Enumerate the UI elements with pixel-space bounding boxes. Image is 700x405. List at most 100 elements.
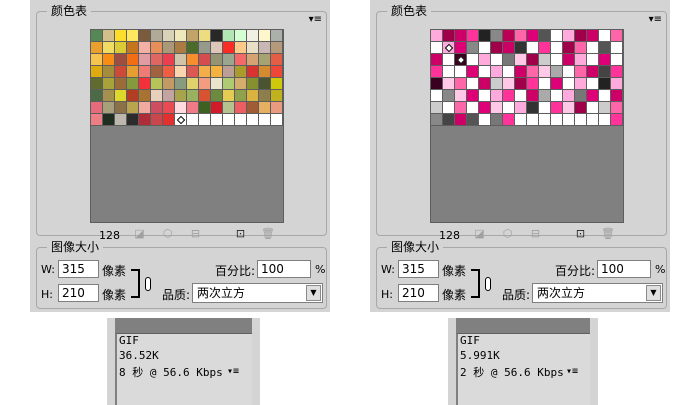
- color-swatch[interactable]: [443, 54, 455, 66]
- color-swatch[interactable]: [491, 78, 503, 90]
- color-swatch[interactable]: [587, 54, 599, 66]
- quality-select[interactable]: 两次立方 ▼: [192, 283, 323, 303]
- color-swatch[interactable]: [151, 102, 163, 114]
- color-swatch[interactable]: [187, 114, 199, 126]
- color-swatch[interactable]: [163, 54, 175, 66]
- color-swatch[interactable]: [539, 30, 551, 42]
- color-swatch[interactable]: [599, 54, 611, 66]
- panel-menu-icon[interactable]: ▾≡: [649, 15, 662, 25]
- color-swatch[interactable]: [503, 78, 515, 90]
- color-swatch[interactable]: [175, 66, 187, 78]
- color-swatch[interactable]: [235, 114, 247, 126]
- color-swatch[interactable]: [247, 66, 259, 78]
- color-swatch[interactable]: [551, 90, 563, 102]
- color-swatch[interactable]: [175, 30, 187, 42]
- color-swatch[interactable]: [235, 90, 247, 102]
- color-swatch[interactable]: [223, 114, 235, 126]
- web-shift-icon[interactable]: ⬡: [162, 228, 173, 239]
- color-swatch[interactable]: [163, 102, 175, 114]
- color-swatch[interactable]: [479, 114, 491, 126]
- color-swatch[interactable]: [575, 42, 587, 54]
- height-input[interactable]: 210: [58, 284, 99, 302]
- color-swatch[interactable]: [539, 78, 551, 90]
- color-swatch[interactable]: [103, 66, 115, 78]
- panel-menu-icon[interactable]: ▾≡: [227, 366, 239, 377]
- color-swatch[interactable]: [503, 114, 515, 126]
- lock-color-icon[interactable]: ⊟: [530, 228, 541, 239]
- color-swatch[interactable]: [235, 102, 247, 114]
- color-swatch[interactable]: [103, 78, 115, 90]
- color-swatch[interactable]: [211, 54, 223, 66]
- color-swatch[interactable]: [443, 102, 455, 114]
- color-swatch[interactable]: [127, 114, 139, 126]
- color-swatch[interactable]: [127, 42, 139, 54]
- color-swatch[interactable]: [151, 42, 163, 54]
- color-swatch[interactable]: [115, 102, 127, 114]
- color-swatch[interactable]: [211, 30, 223, 42]
- color-swatch[interactable]: [611, 66, 623, 78]
- color-swatch[interactable]: [515, 114, 527, 126]
- color-swatch[interactable]: [455, 66, 467, 78]
- color-swatch[interactable]: [139, 54, 151, 66]
- color-swatch[interactable]: [467, 42, 479, 54]
- color-swatch[interactable]: [151, 90, 163, 102]
- color-swatch[interactable]: [199, 114, 211, 126]
- color-swatch[interactable]: [527, 30, 539, 42]
- color-swatch[interactable]: [139, 114, 151, 126]
- color-swatch[interactable]: [187, 102, 199, 114]
- color-swatch[interactable]: [527, 102, 539, 114]
- color-swatch[interactable]: [467, 90, 479, 102]
- color-swatch[interactable]: [443, 30, 455, 42]
- new-color-icon[interactable]: ⊡: [575, 228, 586, 239]
- color-swatch[interactable]: [103, 90, 115, 102]
- color-swatch[interactable]: [563, 78, 575, 90]
- color-swatch[interactable]: [271, 102, 283, 114]
- color-swatch[interactable]: [491, 90, 503, 102]
- color-swatch[interactable]: [455, 114, 467, 126]
- color-swatch[interactable]: [211, 42, 223, 54]
- color-swatch[interactable]: [575, 114, 587, 126]
- color-swatch[interactable]: [199, 90, 211, 102]
- color-swatch[interactable]: [115, 66, 127, 78]
- color-swatch[interactable]: [539, 102, 551, 114]
- color-swatch[interactable]: [115, 54, 127, 66]
- web-shift-icon[interactable]: ⬡: [502, 228, 513, 239]
- color-swatch[interactable]: [259, 78, 271, 90]
- color-swatch[interactable]: [563, 54, 575, 66]
- color-swatch[interactable]: [199, 30, 211, 42]
- color-swatch[interactable]: [611, 42, 623, 54]
- lock-color-icon[interactable]: ⊟: [190, 228, 201, 239]
- delete-color-icon[interactable]: 🗑: [261, 228, 275, 239]
- color-swatch[interactable]: [491, 114, 503, 126]
- color-swatch[interactable]: [515, 102, 527, 114]
- color-swatch[interactable]: [247, 90, 259, 102]
- color-swatch[interactable]: [431, 78, 443, 90]
- color-swatch[interactable]: [187, 30, 199, 42]
- color-swatch[interactable]: [223, 66, 235, 78]
- color-swatch[interactable]: [491, 66, 503, 78]
- color-swatch[interactable]: [575, 102, 587, 114]
- color-swatch[interactable]: [103, 30, 115, 42]
- color-swatch[interactable]: [599, 30, 611, 42]
- color-swatch[interactable]: [467, 66, 479, 78]
- color-swatch[interactable]: [259, 114, 271, 126]
- color-swatch[interactable]: [443, 42, 455, 54]
- color-swatch[interactable]: [211, 66, 223, 78]
- color-swatch[interactable]: [539, 114, 551, 126]
- color-swatch[interactable]: [515, 66, 527, 78]
- color-swatch[interactable]: [211, 90, 223, 102]
- color-swatch[interactable]: [467, 114, 479, 126]
- color-swatch[interactable]: [515, 78, 527, 90]
- color-swatch[interactable]: [91, 66, 103, 78]
- color-swatch[interactable]: [443, 78, 455, 90]
- color-swatch[interactable]: [611, 78, 623, 90]
- color-swatch[interactable]: [587, 102, 599, 114]
- color-swatch[interactable]: [163, 78, 175, 90]
- color-swatch[interactable]: [151, 54, 163, 66]
- color-swatch[interactable]: [223, 102, 235, 114]
- color-swatch[interactable]: [175, 54, 187, 66]
- color-swatch[interactable]: [527, 66, 539, 78]
- chain-link-icon[interactable]: [145, 277, 151, 291]
- color-swatch[interactable]: [163, 30, 175, 42]
- color-swatch[interactable]: [271, 78, 283, 90]
